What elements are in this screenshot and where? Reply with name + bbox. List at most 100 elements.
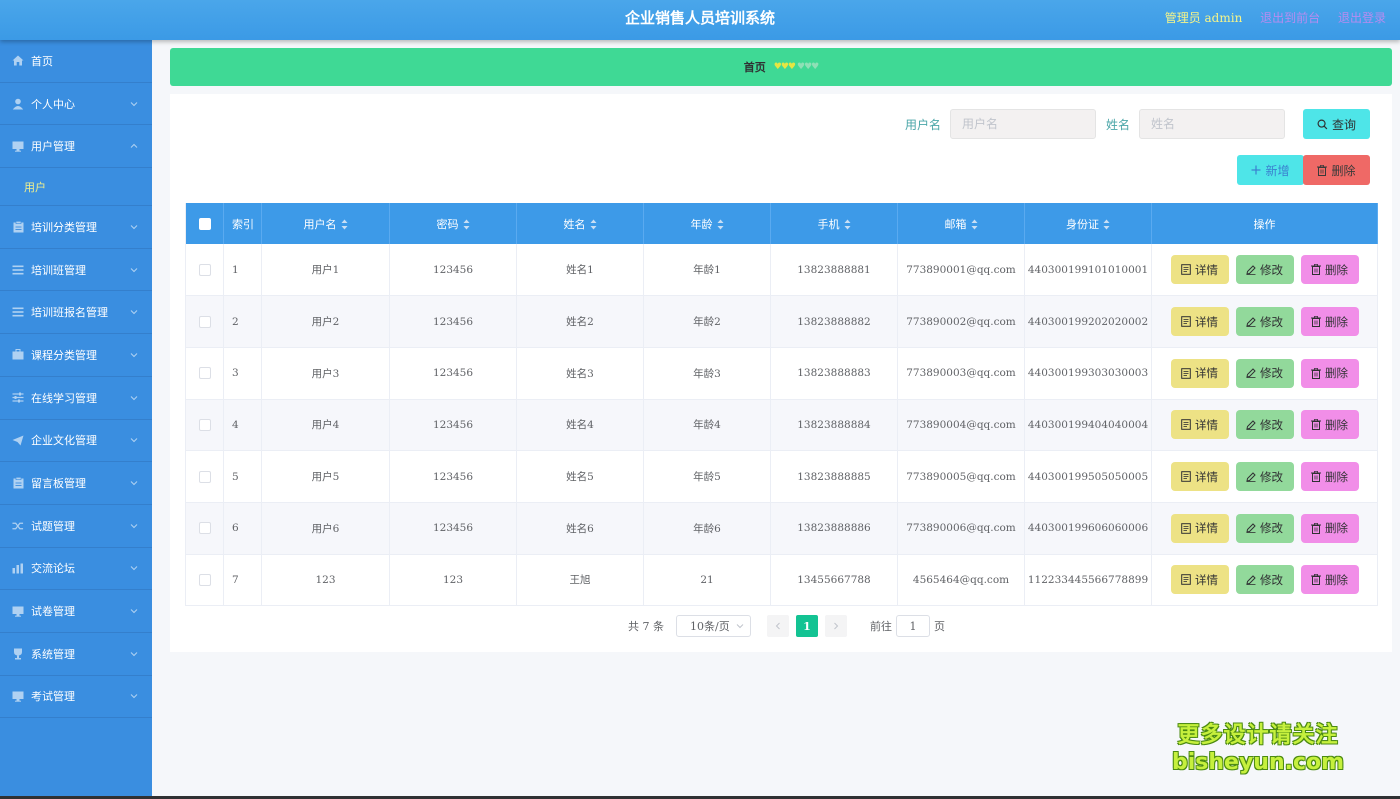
batch-delete-button[interactable]: 删除 [1303, 155, 1370, 185]
breadcrumb: 首页 ♥♥♥ ♥♥♥ [170, 48, 1392, 86]
page-number-current[interactable]: 1 [796, 615, 818, 637]
delete-button[interactable]: 删除 [1300, 513, 1359, 543]
edit-button[interactable]: 修改 [1235, 513, 1294, 543]
goto-page-input[interactable]: 1 [896, 615, 930, 637]
delete-button[interactable]: 删除 [1300, 565, 1359, 595]
edit-button[interactable]: 修改 [1235, 565, 1294, 595]
sidebar-item[interactable]: 试题管理 [0, 505, 152, 548]
row-checkbox[interactable] [198, 315, 211, 328]
header-age[interactable]: 年龄 [643, 203, 771, 244]
chevron-down-icon [130, 353, 138, 358]
row-select-cell[interactable] [185, 554, 224, 607]
query-button[interactable]: 查询 [1303, 109, 1370, 139]
detail-button-label: 详情 [1195, 523, 1218, 536]
cell-idcard: 440300199303030003 [1024, 347, 1152, 400]
sidebar-item-label: 个人中心 [31, 97, 75, 111]
select-all-cell[interactable] [185, 203, 224, 244]
sort-icon[interactable] [717, 219, 724, 230]
sidebar-item[interactable]: 试卷管理 [0, 590, 152, 633]
sidebar-item[interactable]: 系统管理 [0, 633, 152, 676]
sidebar-subitem[interactable]: 用户 [0, 168, 152, 207]
sidebar-item[interactable]: 企业文化管理 [0, 420, 152, 463]
row-select-cell[interactable] [185, 502, 224, 555]
next-page-button[interactable] [825, 615, 847, 637]
row-checkbox[interactable] [198, 263, 211, 276]
sidebar-item[interactable]: 个人中心 [0, 83, 152, 126]
row-select-cell[interactable] [185, 295, 224, 348]
delete-button-label: 删除 [1325, 523, 1348, 536]
header-username[interactable]: 用户名 [261, 203, 390, 244]
delete-button[interactable]: 删除 [1300, 307, 1359, 337]
edit-button[interactable]: 修改 [1235, 255, 1294, 285]
header-password[interactable]: 密码 [389, 203, 517, 244]
detail-button[interactable]: 详情 [1170, 358, 1229, 388]
main-panel: 用户名 用户名 姓名 姓名 查询 新增 删除 索引 用户名 密码 姓名 年龄 手… [170, 94, 1392, 652]
delete-button[interactable]: 删除 [1300, 462, 1359, 492]
sidebar-item[interactable]: 首页 [0, 40, 152, 83]
sort-icon[interactable] [844, 219, 851, 230]
name-input[interactable]: 姓名 [1139, 109, 1285, 139]
delete-button-label: 删除 [1325, 471, 1348, 484]
edit-button[interactable]: 修改 [1235, 462, 1294, 492]
sidebar-item[interactable]: 留言板管理 [0, 462, 152, 505]
edit-button[interactable]: 修改 [1235, 410, 1294, 440]
detail-button[interactable]: 详情 [1170, 513, 1229, 543]
detail-button[interactable]: 详情 [1170, 410, 1229, 440]
delete-button[interactable]: 删除 [1300, 255, 1359, 285]
edit-button-label: 修改 [1260, 523, 1283, 536]
trash-icon [1311, 367, 1321, 379]
edit-button[interactable]: 修改 [1235, 358, 1294, 388]
sort-icon[interactable] [1103, 219, 1110, 230]
row-checkbox[interactable] [198, 573, 211, 586]
username-input[interactable]: 用户名 [949, 109, 1096, 139]
cell-phone: 13823888881 [770, 244, 898, 297]
row-select-cell[interactable] [185, 244, 224, 297]
prev-page-button[interactable] [767, 615, 789, 637]
document-icon [1181, 316, 1191, 327]
sidebar-item[interactable]: 在线学习管理 [0, 377, 152, 420]
breadcrumb-home[interactable]: 首页 [744, 59, 766, 75]
username-label: 用户名 [904, 117, 941, 132]
detail-button[interactable]: 详情 [1170, 307, 1229, 337]
sidebar-item[interactable]: 培训班管理 [0, 249, 152, 292]
chevron-down-icon [130, 651, 138, 656]
monitor-icon [12, 690, 24, 702]
row-select-cell[interactable] [185, 399, 224, 452]
sidebar-item[interactable]: 考试管理 [0, 676, 152, 719]
header-phone[interactable]: 手机 [770, 203, 898, 244]
logout-link[interactable]: 退出登录 [1338, 11, 1386, 25]
detail-button[interactable]: 详情 [1170, 565, 1229, 595]
row-checkbox[interactable] [198, 418, 211, 431]
detail-button[interactable]: 详情 [1170, 462, 1229, 492]
chevron-down-icon [130, 609, 138, 614]
trash-icon [1317, 164, 1328, 176]
row-checkbox[interactable] [198, 470, 211, 483]
sidebar-item-label: 在线学习管理 [31, 391, 97, 405]
sidebar-item[interactable]: 培训分类管理 [0, 206, 152, 249]
row-select-cell[interactable] [185, 347, 224, 400]
sort-icon[interactable] [463, 219, 470, 230]
add-button[interactable]: 新增 [1237, 155, 1304, 185]
sort-icon[interactable] [341, 219, 348, 230]
header-email[interactable]: 邮箱 [897, 203, 1025, 244]
sidebar-item[interactable]: 培训班报名管理 [0, 291, 152, 335]
name-label: 姓名 [1105, 117, 1130, 132]
clipboard-icon [12, 477, 24, 489]
row-checkbox[interactable] [198, 367, 211, 380]
sort-icon[interactable] [971, 219, 978, 230]
sidebar-item[interactable]: 课程分类管理 [0, 334, 152, 377]
row-select-cell[interactable] [185, 450, 224, 503]
edit-button[interactable]: 修改 [1235, 307, 1294, 337]
sidebar-item[interactable]: 交流论坛 [0, 548, 152, 591]
row-checkbox[interactable] [198, 522, 211, 535]
delete-button[interactable]: 删除 [1300, 410, 1359, 440]
sort-icon[interactable] [590, 219, 597, 230]
sidebar-item[interactable]: 用户管理 [0, 125, 152, 169]
page-size-select[interactable]: 10条/页 [676, 615, 751, 637]
front-link[interactable]: 退出到前台 [1260, 11, 1320, 25]
delete-button[interactable]: 删除 [1300, 358, 1359, 388]
select-all-checkbox[interactable] [198, 218, 211, 230]
detail-button[interactable]: 详情 [1170, 255, 1229, 285]
header-name[interactable]: 姓名 [516, 203, 644, 244]
header-idcard[interactable]: 身份证 [1024, 203, 1152, 244]
